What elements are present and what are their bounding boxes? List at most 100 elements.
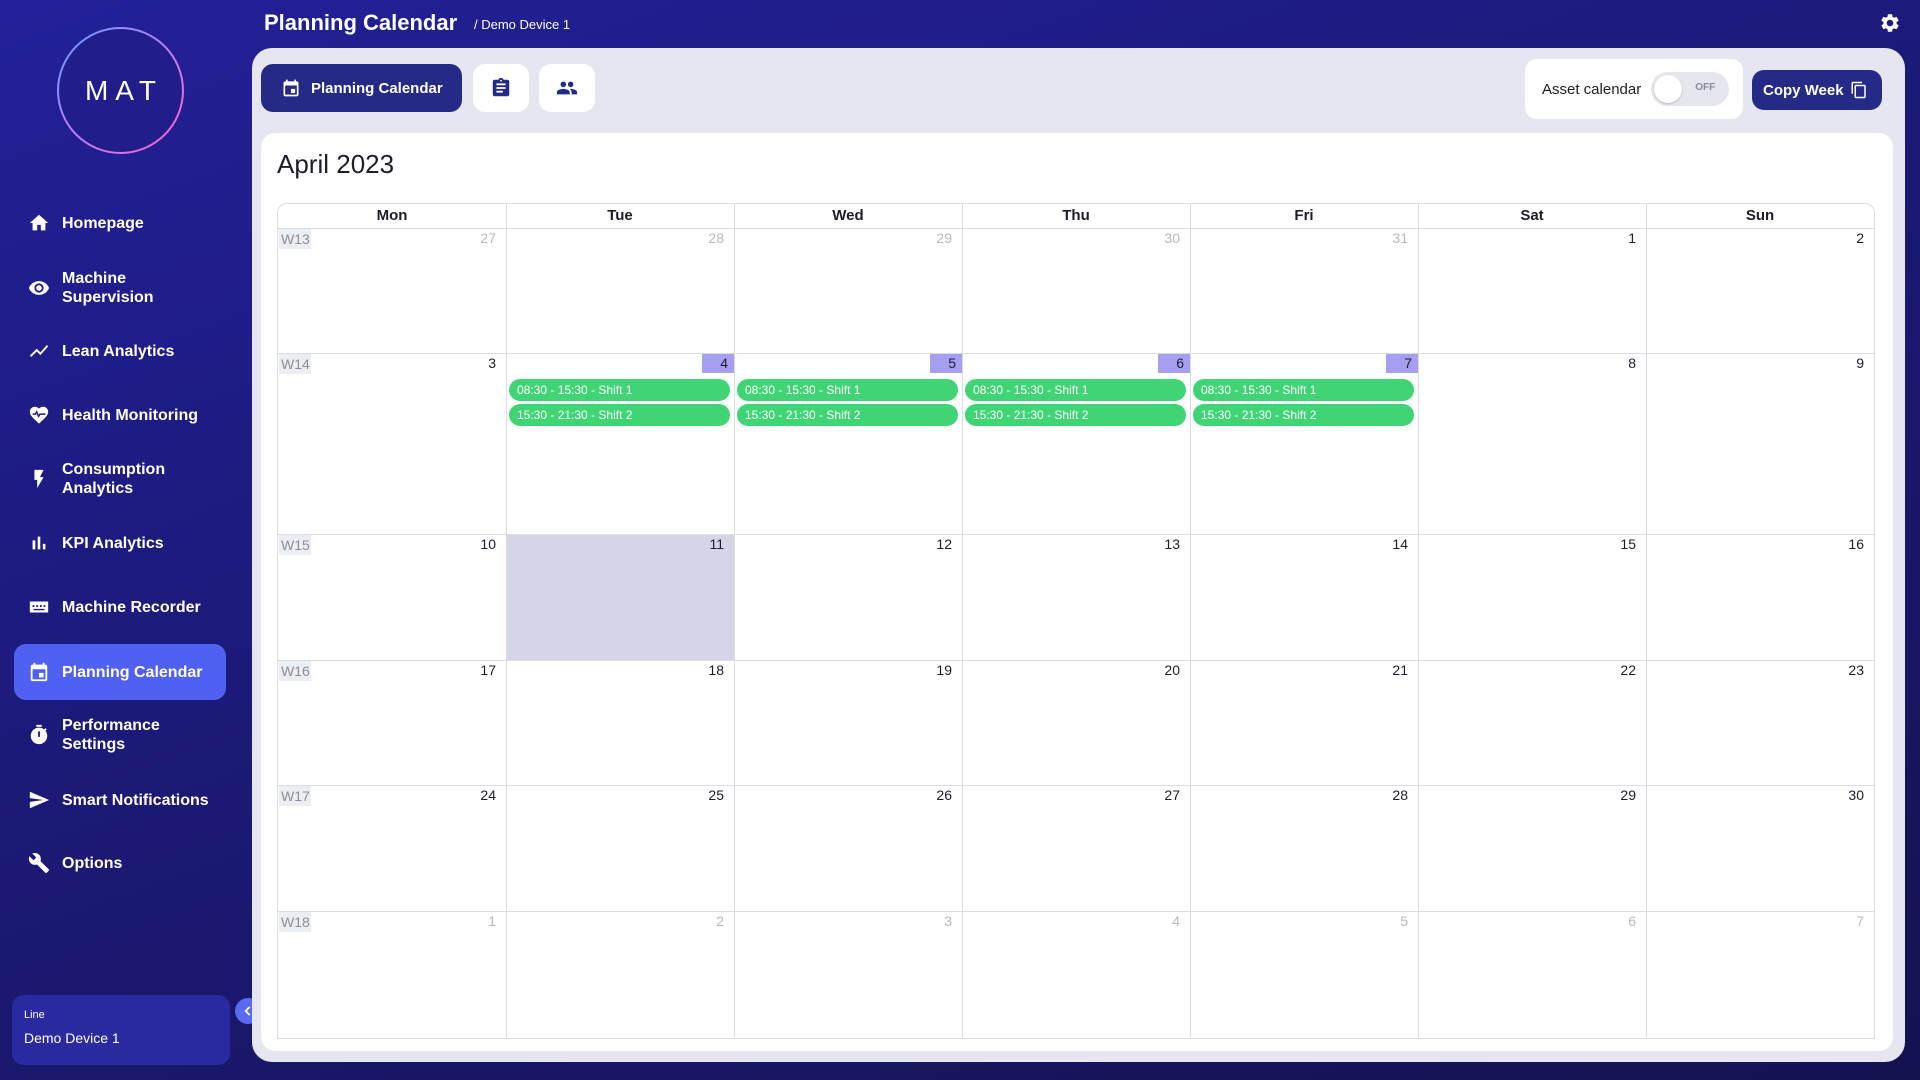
calendar-day-cell[interactable]: 26	[734, 785, 962, 911]
grid-divider	[278, 785, 1874, 786]
sidebar-item-options[interactable]: Options	[14, 835, 226, 891]
sidebar-item-label: KPI Analytics	[62, 534, 164, 552]
sidebar-item-lean-analytics[interactable]: Lean Analytics	[14, 323, 226, 379]
sidebar-item-performance-settings[interactable]: Performance Settings	[14, 707, 226, 763]
calendar-day-cell[interactable]: 11	[506, 534, 734, 660]
home-icon	[14, 212, 62, 234]
calendar-day-cell[interactable]: 28	[506, 228, 734, 353]
day-number: 17	[480, 662, 496, 678]
sidebar-item-planning-calendar[interactable]: Planning Calendar	[14, 644, 226, 700]
sidebar-item-machine-supervision[interactable]: Machine Supervision	[14, 260, 226, 316]
week-number: W13	[279, 229, 311, 249]
calendar-icon	[283, 79, 299, 97]
sidebar-item-health-monitoring[interactable]: Health Monitoring	[14, 387, 226, 443]
grid-divider	[734, 204, 735, 1038]
shift-event[interactable]: 08:30 - 15:30 - Shift 1	[509, 379, 730, 401]
calendar-day-cell[interactable]: 18	[506, 660, 734, 785]
tab-users[interactable]	[539, 64, 595, 112]
sidebar-item-machine-recorder[interactable]: Machine Recorder	[14, 579, 226, 635]
day-number: 14	[1392, 536, 1408, 552]
shift-event[interactable]: 08:30 - 15:30 - Shift 1	[737, 379, 958, 401]
calendar-day-cell[interactable]: 16	[1646, 534, 1874, 660]
shift-event[interactable]: 08:30 - 15:30 - Shift 1	[1193, 379, 1414, 401]
day-number: 27	[1164, 787, 1180, 803]
sidebar-item-label: Performance Settings	[62, 717, 160, 753]
sidebar: MAT Homepage Machine Supervision Lean An…	[0, 0, 240, 1080]
stopwatch-icon	[14, 724, 62, 746]
calendar-day-cell[interactable]: 30	[962, 228, 1190, 353]
calendar-day-cell[interactable]: 19	[734, 660, 962, 785]
weekday-header: Wed	[832, 207, 864, 224]
calendar-day-cell[interactable]: 1	[1418, 228, 1646, 353]
calendar-day-cell[interactable]: 20	[962, 660, 1190, 785]
calendar-day-cell[interactable]: 7	[1646, 911, 1874, 1038]
calendar-day-cell[interactable]: 14	[1190, 534, 1418, 660]
settings-button[interactable]	[1879, 12, 1903, 36]
calendar-day-cell[interactable]: 1	[278, 911, 506, 1038]
line-selector[interactable]: Line Demo Device 1	[12, 995, 230, 1065]
calendar-day-cell[interactable]: 29	[734, 228, 962, 353]
shift-event[interactable]: 15:30 - 21:30 - Shift 2	[509, 404, 730, 426]
day-number: 4	[1172, 913, 1180, 929]
week-number: W14	[279, 354, 311, 374]
day-number: 29	[936, 230, 952, 246]
calendar-grid: Mon Tue Wed Thu Fri Sat Sun 27 28 29 30 31 1 2 W13 3 4 08…	[277, 203, 1875, 1039]
calendar-day-cell[interactable]: 13	[962, 534, 1190, 660]
grid-divider	[1418, 204, 1419, 1038]
calendar-day-cell[interactable]: 25	[506, 785, 734, 911]
sidebar-item-label: Consumption Analytics	[62, 461, 166, 497]
clipboard-icon	[492, 77, 510, 97]
sidebar-item-consumption-analytics[interactable]: Consumption Analytics	[14, 451, 226, 507]
calendar-day-cell[interactable]: 23	[1646, 660, 1874, 785]
calendar-day-cell[interactable]: 21	[1190, 660, 1418, 785]
mat-logo[interactable]: MAT	[57, 27, 184, 154]
calendar-day-cell[interactable]: 15	[1418, 534, 1646, 660]
calendar-day-cell[interactable]: 7 08:30 - 15:30 - Shift 1 15:30 - 21:30 - …	[1190, 353, 1418, 534]
asset-calendar-toggle[interactable]: OFF	[1651, 72, 1730, 106]
calendar-day-cell[interactable]: 10	[278, 534, 506, 660]
calendar-day-cell[interactable]: 4	[962, 911, 1190, 1038]
calendar-day-cell[interactable]: 5 08:30 - 15:30 - Shift 1 15:30 - 21:30 - …	[734, 353, 962, 534]
day-number: 6	[1628, 913, 1636, 929]
sidebar-item-kpi-analytics[interactable]: KPI Analytics	[14, 515, 226, 571]
calendar-day-cell[interactable]: 28	[1190, 785, 1418, 911]
grid-divider	[1190, 204, 1191, 1038]
calendar-day-cell[interactable]: 12	[734, 534, 962, 660]
day-number: 27	[480, 230, 496, 246]
day-number: 12	[936, 536, 952, 552]
calendar-day-cell[interactable]: 9	[1646, 353, 1874, 534]
calendar-day-cell[interactable]: 24	[278, 785, 506, 911]
calendar-day-cell[interactable]: 4 08:30 - 15:30 - Shift 1 15:30 - 21:30 - …	[506, 353, 734, 534]
calendar-day-cell[interactable]: 8	[1418, 353, 1646, 534]
shift-event[interactable]: 08:30 - 15:30 - Shift 1	[965, 379, 1186, 401]
calendar-day-cell[interactable]: 17	[278, 660, 506, 785]
calendar-day-cell[interactable]: 27	[278, 228, 506, 353]
day-number: 8	[1628, 355, 1636, 371]
calendar-day-cell[interactable]: 30	[1646, 785, 1874, 911]
calendar-day-cell[interactable]: 2	[506, 911, 734, 1038]
main-panel: Planning Calendar Asset calendar OFF Cop…	[252, 48, 1905, 1062]
calendar-day-cell[interactable]: 31	[1190, 228, 1418, 353]
tab-planning-calendar[interactable]: Planning Calendar	[261, 64, 462, 112]
calendar-day-cell[interactable]: 22	[1418, 660, 1646, 785]
calendar-day-cell[interactable]: 6 08:30 - 15:30 - Shift 1 15:30 - 21:30 - …	[962, 353, 1190, 534]
day-number: 2	[1856, 230, 1864, 246]
shift-event[interactable]: 15:30 - 21:30 - Shift 2	[1193, 404, 1414, 426]
sidebar-item-smart-notifications[interactable]: Smart Notifications	[14, 772, 226, 828]
asset-calendar-control: Asset calendar OFF	[1525, 59, 1743, 119]
calendar-day-cell[interactable]: 29	[1418, 785, 1646, 911]
calendar-day-cell[interactable]: 27	[962, 785, 1190, 911]
week-number: W16	[279, 661, 311, 681]
recorder-icon	[14, 596, 62, 618]
copy-week-button[interactable]: Copy Week	[1752, 70, 1882, 110]
calendar-day-cell[interactable]: 5	[1190, 911, 1418, 1038]
calendar-day-cell[interactable]: 3	[734, 911, 962, 1038]
sidebar-item-homepage[interactable]: Homepage	[14, 195, 226, 251]
calendar-day-cell[interactable]: 2	[1646, 228, 1874, 353]
calendar-day-cell[interactable]: 3	[278, 353, 506, 534]
sidebar-item-label: Machine Recorder	[62, 598, 201, 616]
calendar-day-cell[interactable]: 6	[1418, 911, 1646, 1038]
shift-event[interactable]: 15:30 - 21:30 - Shift 2	[737, 404, 958, 426]
shift-event[interactable]: 15:30 - 21:30 - Shift 2	[965, 404, 1186, 426]
tab-clipboard[interactable]	[473, 64, 529, 112]
